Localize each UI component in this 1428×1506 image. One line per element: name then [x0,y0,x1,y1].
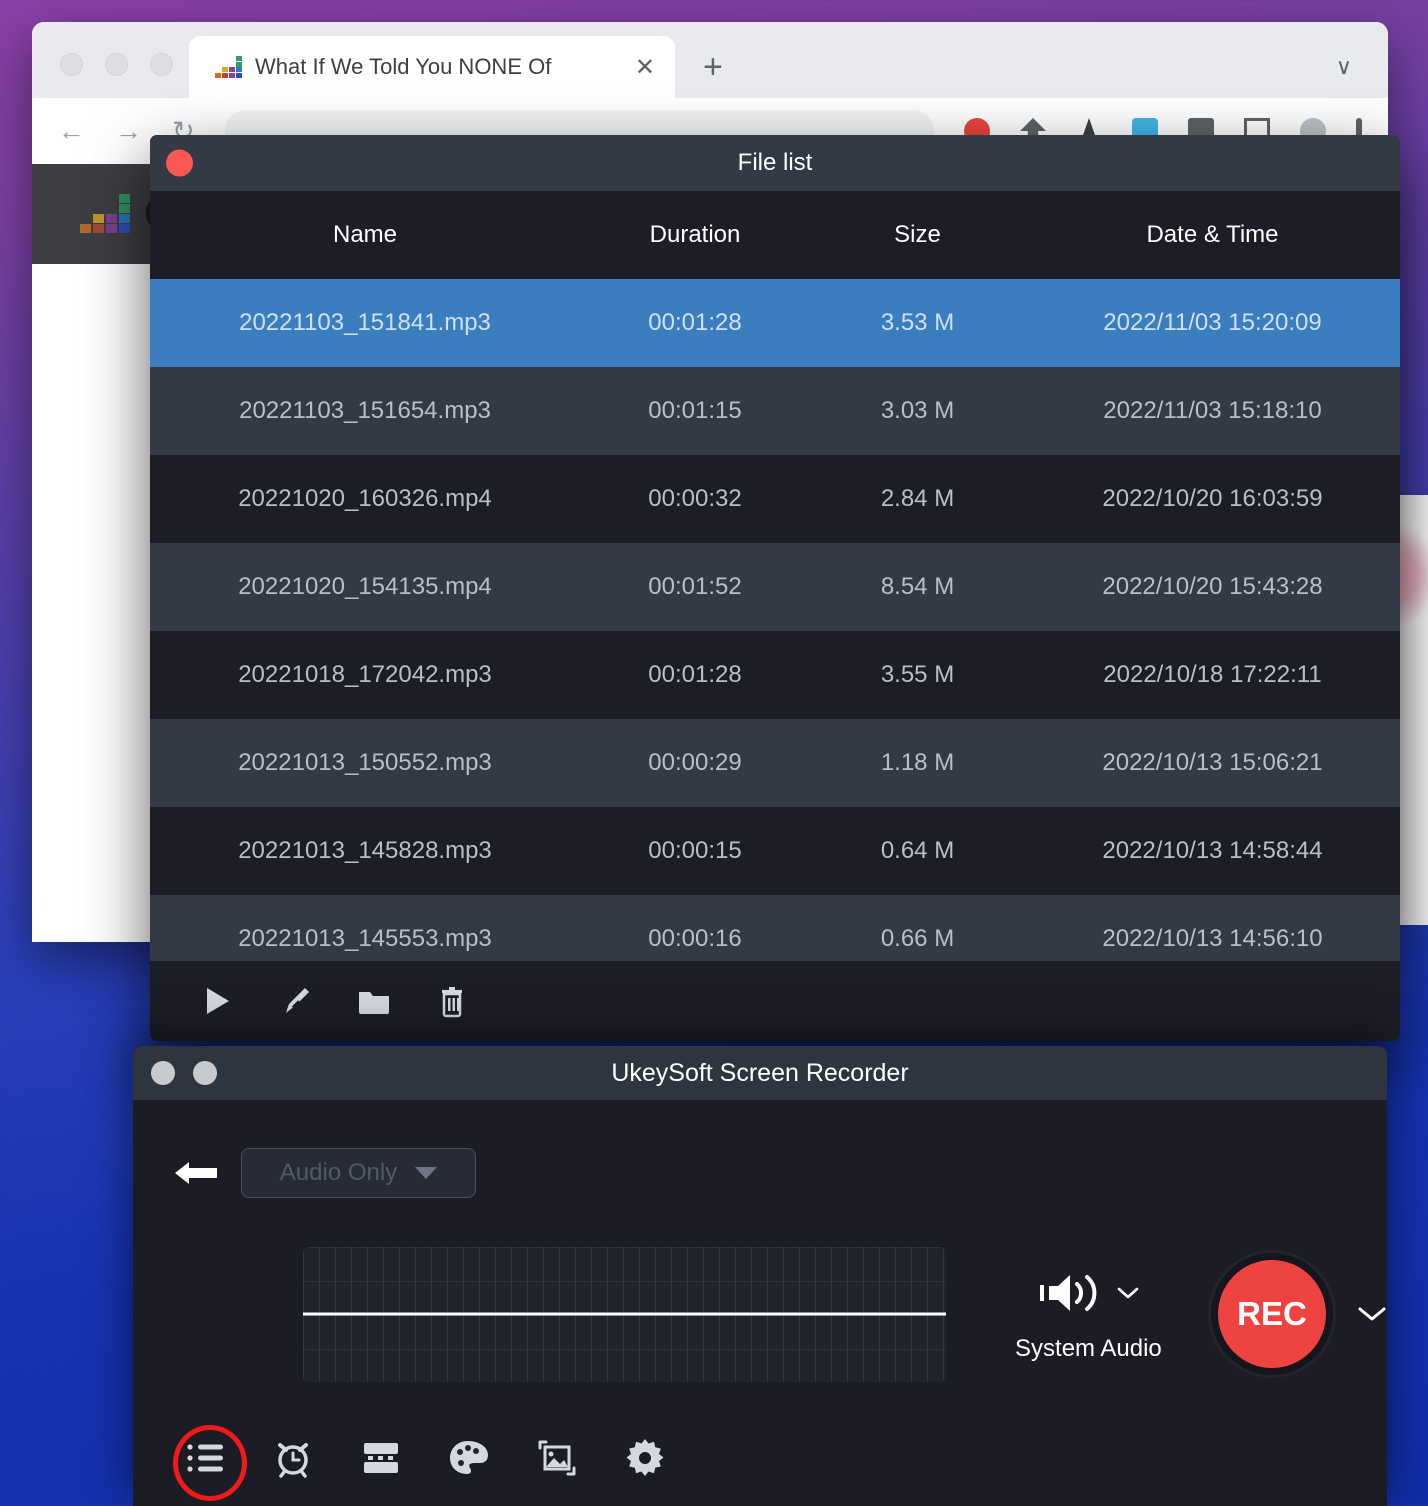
cell-name: 20221103_151841.mp3 [239,309,491,336]
waveform-baseline [303,1312,946,1316]
recorder-close-button[interactable] [151,1061,175,1085]
table-row[interactable]: 20221013_145553.mp3 00:00:16 0.66 M 2022… [150,895,1400,961]
browser-tab-title: What If We Told You NONE Of [255,54,552,79]
forward-arrow-icon[interactable]: → [115,117,142,145]
close-tab-button[interactable]: ✕ [629,53,661,82]
close-window-button[interactable] [60,53,83,76]
cell-name: 20221013_145828.mp3 [238,837,492,864]
cell-name: 20221013_145553.mp3 [238,925,492,952]
file-list-toolbar [150,961,1400,1041]
gear-icon[interactable] [615,1428,675,1488]
file-list-window: File list Name Duration Size Date & Time… [150,135,1400,1041]
screen-recorder-window: UkeySoft Screen Recorder Audio Only Syst… [133,1046,1387,1506]
back-arrow-icon[interactable]: ← [58,117,85,145]
cell-datetime: 2022/11/03 15:18:10 [1103,397,1322,424]
play-icon[interactable] [200,984,234,1018]
file-list-titlebar: File list [150,135,1400,191]
column-header-name[interactable]: Name [150,221,580,249]
cell-name: 20221018_172042.mp3 [238,661,492,688]
browser-tab[interactable]: What If We Told You NONE Of ✕ [189,36,675,98]
record-controls: REC [1211,1253,1387,1375]
table-row[interactable]: 20221020_154135.mp4 00:01:52 8.54 M 2022… [150,543,1400,631]
file-list-rows: 20221103_151841.mp3 00:01:28 3.53 M 2022… [150,279,1400,961]
chevron-down-icon[interactable]: ∨ [1336,54,1352,80]
equalizer-favicon [215,56,242,78]
cell-name: 20221013_150552.mp3 [238,749,492,776]
folder-icon[interactable] [356,984,392,1018]
audio-waveform-display [303,1246,946,1382]
record-options-chevron-icon[interactable] [1357,1305,1387,1323]
cell-size: 8.54 M [880,573,955,600]
cell-duration: 00:00:16 [648,925,742,952]
cell-size: 2.84 M [880,485,955,512]
brush-icon[interactable] [278,984,312,1018]
table-row[interactable]: 20221013_150552.mp3 00:00:29 1.18 M 2022… [150,719,1400,807]
cell-size: 0.64 M [880,837,955,864]
cell-datetime: 2022/10/13 15:06:21 [1102,749,1323,776]
site-logo-icon [80,194,132,234]
cell-duration: 00:00:15 [648,837,742,864]
recorder-title: UkeySoft Screen Recorder [611,1058,909,1087]
recorder-window-controls[interactable] [151,1061,217,1085]
cell-datetime: 2022/10/13 14:56:10 [1102,925,1323,952]
cell-size: 3.55 M [880,661,955,688]
cell-datetime: 2022/10/20 15:43:28 [1102,573,1323,600]
recording-mode-value: Audio Only [279,1159,398,1186]
speaker-icon[interactable] [1037,1265,1139,1321]
cell-size: 1.18 M [880,749,955,776]
cell-duration: 00:01:15 [648,397,742,424]
column-header-duration[interactable]: Duration [580,221,810,249]
cell-name: 20221020_160326.mp4 [238,485,492,512]
back-arrow-icon[interactable] [173,1157,219,1189]
cell-size: 0.66 M [880,925,955,952]
maximize-window-button[interactable] [150,53,173,76]
browser-tab-bar: What If We Told You NONE Of ✕ + ∨ [32,22,1388,98]
cell-datetime: 2022/10/18 17:22:11 [1103,661,1322,688]
file-list-header-row: Name Duration Size Date & Time [150,191,1400,279]
recording-mode-select[interactable]: Audio Only [241,1148,476,1198]
minimize-window-button[interactable] [105,53,128,76]
recorder-minimize-button[interactable] [193,1061,217,1085]
cell-datetime: 2022/10/13 14:58:44 [1102,837,1323,864]
cell-duration: 00:01:28 [648,661,742,688]
window-traffic-lights[interactable] [32,53,173,98]
trash-icon[interactable] [436,984,468,1018]
recorder-mode-bar: Audio Only [133,1100,1387,1198]
cell-size: 3.03 M [880,397,955,424]
record-button[interactable]: REC [1211,1253,1333,1375]
file-list-title: File list [737,149,813,176]
table-row[interactable]: 20221103_151841.mp3 00:01:28 3.53 M 2022… [150,279,1400,367]
cell-duration: 00:00:32 [648,485,742,512]
table-row[interactable]: 20221013_145828.mp3 00:00:15 0.64 M 2022… [150,807,1400,895]
close-file-list-button[interactable] [166,149,193,177]
new-tab-button[interactable]: + [703,50,723,84]
cell-name: 20221020_154135.mp4 [238,573,492,600]
alarm-clock-icon[interactable] [263,1428,323,1488]
cell-name: 20221103_151654.mp3 [239,397,491,424]
cell-size: 3.53 M [880,309,955,336]
palette-icon[interactable] [439,1428,499,1488]
audio-source-control[interactable]: System Audio [1004,1265,1173,1363]
column-header-size[interactable]: Size [810,221,1025,249]
chevron-down-icon [415,1167,438,1179]
cell-datetime: 2022/10/20 16:03:59 [1102,485,1323,512]
column-header-datetime[interactable]: Date & Time [1025,221,1400,249]
audio-source-label: System Audio [1015,1335,1162,1362]
recorder-bottom-toolbar [133,1410,1387,1506]
table-row[interactable]: 20221103_151654.mp3 00:01:15 3.03 M 2022… [150,367,1400,455]
cell-datetime: 2022/11/03 15:20:09 [1103,309,1322,336]
recorder-titlebar: UkeySoft Screen Recorder [133,1046,1387,1100]
table-row[interactable]: 20221020_160326.mp4 00:00:32 2.84 M 2022… [150,455,1400,543]
chevron-down-icon [1118,1287,1139,1299]
image-icon[interactable] [527,1428,587,1488]
table-row[interactable]: 20221018_172042.mp3 00:01:28 3.55 M 2022… [150,631,1400,719]
trim-icon[interactable] [351,1428,411,1488]
cell-duration: 00:01:52 [648,573,742,600]
list-icon[interactable] [173,1425,247,1501]
cell-duration: 00:00:29 [648,749,742,776]
recorder-main-area: System Audio REC [133,1198,1387,1410]
cell-duration: 00:01:28 [648,309,742,336]
